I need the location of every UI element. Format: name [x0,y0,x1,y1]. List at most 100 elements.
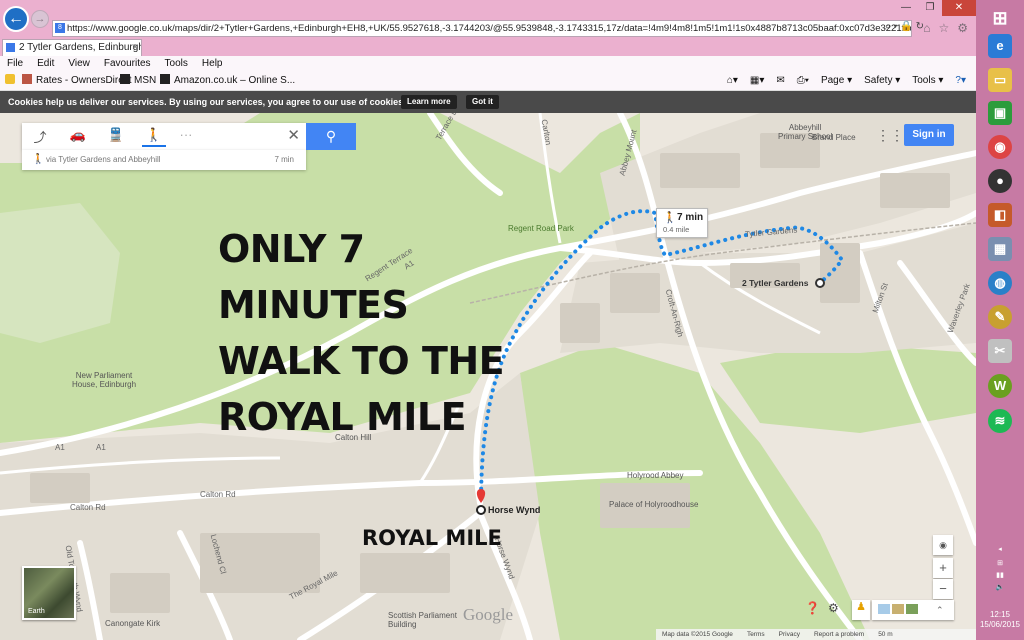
clock-time: 12:15 [989,610,1011,619]
street-calton-rd: Calton Rd [200,490,236,499]
tray-network-icon[interactable]: ▮▮ [976,571,1024,579]
origin-marker [476,505,486,515]
browser-toolbar-icons: ⌂ ☆ ⚙ [923,21,968,35]
destination-marker [815,278,825,288]
pegman-icon[interactable]: ♟ [852,600,870,620]
home-icon[interactable]: ⌂ [923,21,930,35]
cmd-page[interactable]: Page ▾ [821,72,852,90]
restore-icon[interactable]: ❐ [918,0,942,16]
print-icon[interactable]: ⎙▾ [797,72,809,90]
sign-in-button[interactable]: Sign in [904,124,954,146]
back-button[interactable]: ← [3,6,29,32]
taskbar-clock[interactable]: 12:15 15/06/2015 [976,610,1024,630]
tray-expand-icon[interactable]: ◂ [976,545,1024,553]
learn-more-button[interactable]: Learn more [401,95,457,109]
map-settings-gear-icon[interactable]: ⚙ [828,601,839,615]
search-button[interactable]: ⚲ [306,123,356,150]
footer-map-data: Map data ©2015 Google [662,631,733,638]
tray-volume-icon[interactable]: 🔈 [976,583,1024,591]
close-icon[interactable]: ✕ [287,126,300,144]
favorites-add-icon[interactable] [5,72,19,90]
address-bar[interactable]: 8 https://www.google.co.uk/maps/dir/2+Ty… [52,20,912,37]
chrome-icon[interactable]: ◉ [988,135,1012,159]
search-icon[interactable]: ⌕ [885,21,891,32]
fav-msn[interactable]: MSN [120,72,156,90]
spotify-icon[interactable]: ≋ [988,409,1012,433]
favorites-star-icon[interactable]: ☆ [938,21,949,35]
search-magnifier-icon: ⚲ [325,128,337,144]
street-a1-left: A1 [55,443,65,452]
cmd-safety[interactable]: Safety ▾ [864,72,900,90]
car-mode-icon[interactable]: 🚗 [66,127,90,147]
walk-mode-icon[interactable]: 🚶 [142,127,166,147]
clock-date: 15/06/2015 [979,620,1021,629]
route-duration-bubble[interactable]: 🚶 7 min 0.4 mile [656,208,708,238]
fav-rates-ownersdirect[interactable]: Rates - OwnersDirect [22,72,132,90]
destination-label[interactable]: 2 Tytler Gardens [742,278,808,288]
favorites-bar: Rates - OwnersDirect MSN Amazon.co.uk – … [0,72,976,91]
imagery-thumb-icon [906,604,918,614]
file-explorer-icon[interactable]: ▭ [988,68,1012,92]
directions-mode-icon[interactable]: ⤴ [28,127,52,147]
tab-close-icon[interactable]: × [132,40,138,55]
tools-icon[interactable]: ✂ [988,339,1012,363]
w-app-icon[interactable]: W [988,374,1012,398]
globe-app-icon[interactable]: ◍ [988,271,1012,295]
route-summary[interactable]: 🚶 via Tytler Gardens and Abbeyhill 7 min [22,150,306,170]
label-palace: Palace of Holyroodhouse [609,500,699,509]
help-circle-icon[interactable]: ❓ [805,601,820,615]
label-holyrood-abbey: Holyrood Abbey [627,471,684,480]
window-close-icon[interactable]: ✕ [942,0,976,16]
menu-view[interactable]: View [68,56,90,72]
more-modes[interactable]: ··· [174,127,198,147]
home-cmd-icon[interactable]: ⌂▾ [727,72,738,90]
window-controls: — ❐ ✕ [894,0,976,16]
footer-privacy[interactable]: Privacy [779,629,800,640]
back-arrow-icon: ← [8,10,24,27]
store-icon[interactable]: ▣ [988,101,1012,125]
walk-small-icon: 🚶 [32,154,45,165]
got-it-button[interactable]: Got it [466,95,499,109]
menu-edit[interactable]: Edit [37,56,54,72]
windows-start-icon[interactable]: ⊞ [988,6,1012,30]
transit-mode-icon[interactable]: 🚆 [104,127,128,147]
paint-icon[interactable]: ✎ [988,305,1012,329]
browser-tab[interactable]: 2 Tytler Gardens, Edinburgh... × [2,39,142,56]
cmd-tools[interactable]: Tools ▾ [912,72,943,90]
help-icon[interactable]: ?▾ [955,72,966,90]
footer-terms[interactable]: Terms [747,629,765,640]
calculator-icon[interactable]: ▦ [988,237,1012,261]
forward-button[interactable]: → [31,10,49,28]
mail-icon[interactable]: ✉ [776,72,784,90]
feeds-icon[interactable]: ▦▾ [750,72,764,90]
menu-favourites[interactable]: Favourites [104,56,151,72]
menu-help[interactable]: Help [202,56,223,72]
fav-amazon[interactable]: Amazon.co.uk – Online S... [160,72,295,90]
plus-icon: + [939,560,947,575]
earth-view-toggle[interactable]: Earth [22,566,76,620]
imagery-strip[interactable]: ⌃ [872,600,954,620]
menu-tools[interactable]: Tools [165,56,188,72]
zoom-out-button[interactable]: − [933,579,953,599]
park-east [720,343,976,433]
system-tray: ◂ ⊞ ▮▮ 🔈 [976,545,1024,591]
map-canvas[interactable]: Abbeyhill Primary School Brand Place Reg… [0,113,976,640]
footer-scale[interactable]: 50 m [878,629,892,640]
dropdown-icon[interactable]: ▾ [893,21,897,32]
minimize-icon[interactable]: — [894,0,918,16]
settings-gear-icon[interactable]: ⚙ [957,21,968,35]
tray-windows-icon[interactable]: ⊞ [976,559,1024,567]
footer-report[interactable]: Report a problem [814,629,864,640]
expand-up-icon[interactable]: ⌃ [936,605,944,615]
zoom-in-button[interactable]: + [933,558,953,578]
my-location-button[interactable]: ◉ [933,535,953,555]
origin-label[interactable]: Horse Wynd [488,505,540,515]
lock-icon[interactable]: 🔒 [900,21,912,32]
internet-explorer-icon[interactable]: e [988,34,1012,58]
title-bar: ← → — ❐ ✕ 8 https://www.google.co.uk/map… [0,0,976,38]
street-a1-left-2: A1 [96,443,106,452]
media-player-icon[interactable]: ● [988,169,1012,193]
app-icon-orange[interactable]: ◧ [988,203,1012,227]
royal-mile-annotation: ROYAL MILE [362,526,502,550]
menu-file[interactable]: File [7,56,23,72]
